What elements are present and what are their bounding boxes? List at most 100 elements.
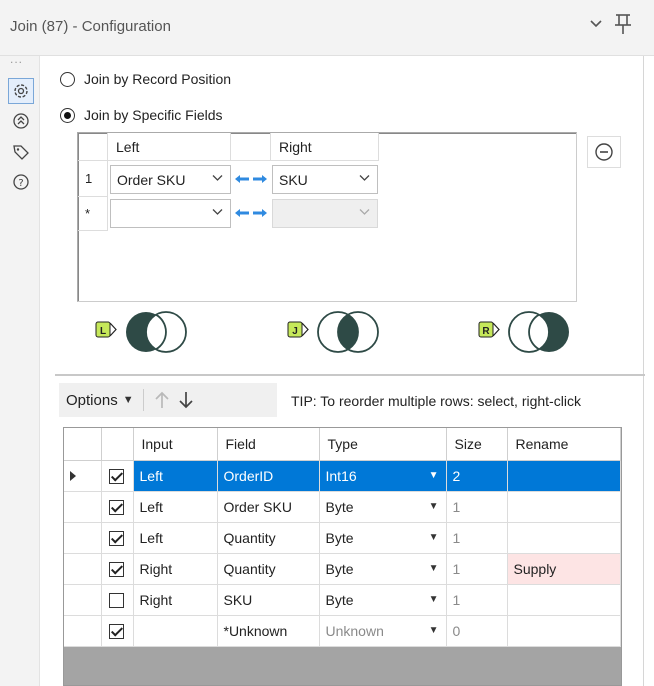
- include-checkbox[interactable]: [108, 468, 124, 484]
- include-checkbox[interactable]: [108, 530, 124, 546]
- type-cell[interactable]: Int16 ▼: [319, 460, 447, 492]
- field-cell[interactable]: Quantity: [217, 522, 320, 554]
- row-selector[interactable]: [64, 460, 102, 492]
- size-cell[interactable]: 1: [446, 584, 508, 616]
- include-checkbox[interactable]: [108, 499, 124, 515]
- rename-column-header[interactable]: Rename: [507, 428, 621, 461]
- swap-fields-icon[interactable]: [231, 201, 271, 225]
- include-checkbox[interactable]: [108, 561, 124, 577]
- move-down-icon[interactable]: [177, 390, 195, 410]
- size-cell[interactable]: 2: [446, 460, 508, 492]
- row-selector[interactable]: [64, 615, 102, 647]
- input-cell[interactable]: [133, 615, 218, 647]
- table-row[interactable]: Right SKU Byte ▼ 1: [64, 584, 621, 616]
- join-by-fields-option[interactable]: Join by Specific Fields: [60, 104, 223, 126]
- rename-cell[interactable]: [507, 584, 621, 616]
- left-join-output[interactable]: L: [94, 308, 204, 356]
- caret-down-icon[interactable]: ▼: [123, 394, 134, 406]
- dropdown-arrow-icon[interactable]: ▼: [429, 625, 439, 636]
- input-cell[interactable]: Right: [133, 553, 218, 585]
- field-cell[interactable]: SKU: [217, 584, 320, 616]
- include-cell[interactable]: [101, 553, 134, 585]
- inner-join-output[interactable]: J: [286, 308, 396, 356]
- include-cell[interactable]: [101, 615, 134, 647]
- connections-tab[interactable]: [8, 108, 34, 134]
- left-badge-letter: L: [100, 326, 106, 337]
- dropdown-arrow-icon[interactable]: ▼: [429, 532, 439, 543]
- radio-join-by-position[interactable]: [60, 71, 75, 87]
- size-cell[interactable]: 1: [446, 522, 508, 554]
- input-cell[interactable]: Left: [133, 491, 218, 523]
- table-row[interactable]: *Unknown Unknown ▼ 0: [64, 615, 621, 647]
- right-join-output[interactable]: R: [477, 308, 587, 356]
- include-cell[interactable]: [101, 491, 134, 523]
- rename-cell[interactable]: Supply: [507, 553, 621, 585]
- field-cell[interactable]: Quantity: [217, 553, 320, 585]
- input-cell[interactable]: Left: [133, 460, 218, 492]
- options-toolbar: Options ▼: [59, 383, 277, 417]
- type-value: Byte: [325, 591, 354, 608]
- dropdown-arrow-icon[interactable]: ▼: [429, 563, 439, 574]
- include-cell[interactable]: [101, 584, 134, 616]
- minus-circle-icon: [595, 143, 613, 161]
- field-cell[interactable]: *Unknown: [217, 615, 320, 647]
- size-cell[interactable]: 0: [446, 615, 508, 647]
- type-column-header[interactable]: Type: [319, 428, 447, 461]
- table-row[interactable]: Right Quantity Byte ▼ 1 Supply: [64, 553, 621, 585]
- dropdown-arrow-icon[interactable]: ▼: [429, 594, 439, 605]
- type-cell[interactable]: Byte ▼: [319, 553, 447, 585]
- include-checkbox[interactable]: [108, 623, 124, 639]
- panel-title-bar: Join (87) - Configuration: [0, 0, 654, 56]
- radio-join-by-fields[interactable]: [60, 107, 75, 123]
- panel-title: Join (87) - Configuration: [10, 18, 171, 35]
- field-cell[interactable]: Order SKU: [217, 491, 320, 523]
- size-cell[interactable]: 1: [446, 553, 508, 585]
- join-by-position-option[interactable]: Join by Record Position: [60, 68, 231, 90]
- arrows-icon: [13, 113, 29, 129]
- rename-cell[interactable]: [507, 615, 621, 647]
- row-selector[interactable]: [64, 522, 102, 554]
- row-selector[interactable]: [64, 491, 102, 523]
- type-value: Byte: [325, 529, 354, 546]
- dropdown-arrow-icon[interactable]: ▼: [429, 470, 439, 481]
- rename-cell[interactable]: [507, 522, 621, 554]
- type-cell[interactable]: Byte ▼: [319, 491, 447, 523]
- table-row[interactable]: Left Quantity Byte ▼ 1: [64, 522, 621, 554]
- chevron-down-icon[interactable]: [589, 16, 603, 32]
- include-cell[interactable]: [101, 522, 134, 554]
- size-column-header[interactable]: Size: [446, 428, 508, 461]
- input-column-header[interactable]: Input: [133, 428, 218, 461]
- join-new-row-marker: *: [78, 197, 108, 231]
- remove-join-field-button[interactable]: [587, 136, 621, 168]
- row-selector[interactable]: [64, 584, 102, 616]
- right-field-dropdown[interactable]: SKU: [272, 165, 378, 194]
- right-badge-letter: R: [482, 326, 490, 337]
- input-cell[interactable]: Right: [133, 584, 218, 616]
- join-by-fields-label: Join by Specific Fields: [84, 107, 223, 123]
- chevron-down-icon: [359, 205, 370, 219]
- new-left-field-dropdown[interactable]: [110, 199, 231, 228]
- field-cell[interactable]: OrderID: [217, 460, 320, 492]
- annotation-tab[interactable]: [8, 139, 34, 165]
- move-up-icon[interactable]: [153, 390, 171, 410]
- type-cell[interactable]: Byte ▼: [319, 522, 447, 554]
- configuration-tab[interactable]: [8, 78, 34, 104]
- help-tab[interactable]: ?: [8, 169, 34, 195]
- include-checkbox[interactable]: [108, 592, 124, 608]
- rename-cell[interactable]: [507, 491, 621, 523]
- input-cell[interactable]: Left: [133, 522, 218, 554]
- type-cell[interactable]: Unknown ▼: [319, 615, 447, 647]
- dropdown-arrow-icon[interactable]: ▼: [429, 501, 439, 512]
- table-row[interactable]: Left OrderID Int16 ▼ 2: [64, 460, 621, 492]
- field-column-header[interactable]: Field: [217, 428, 320, 461]
- table-row[interactable]: Left Order SKU Byte ▼ 1: [64, 491, 621, 523]
- swap-fields-icon[interactable]: [231, 167, 271, 191]
- row-selector[interactable]: [64, 553, 102, 585]
- include-cell[interactable]: [101, 460, 134, 492]
- pin-icon[interactable]: [612, 12, 634, 36]
- type-cell[interactable]: Byte ▼: [319, 584, 447, 616]
- rename-cell[interactable]: [507, 460, 621, 492]
- left-field-dropdown[interactable]: Order SKU: [110, 165, 231, 194]
- size-cell[interactable]: 1: [446, 491, 508, 523]
- options-button[interactable]: Options: [66, 392, 118, 409]
